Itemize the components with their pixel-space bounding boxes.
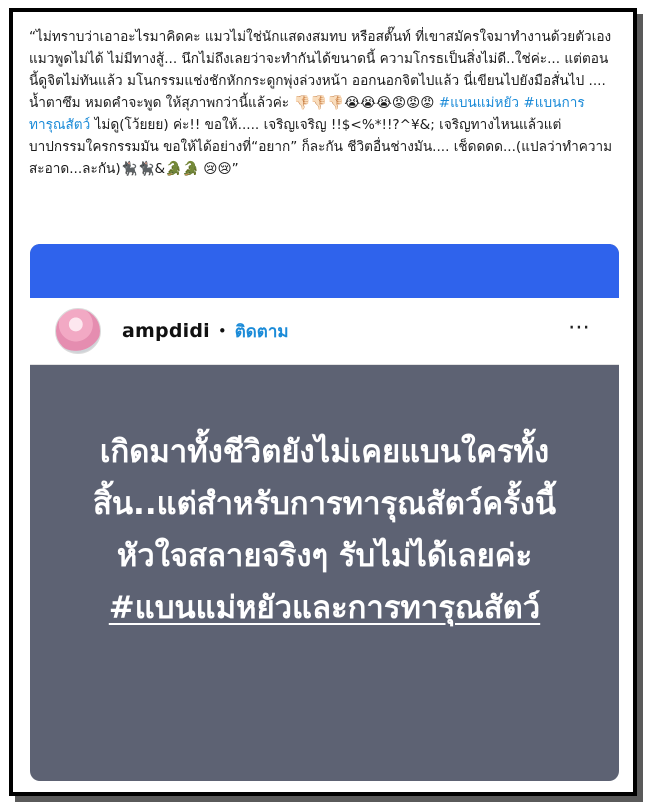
post-header: ampdidi • ติดตาม ⋯ [30, 298, 619, 365]
embedded-instagram-post[interactable]: ampdidi • ติดตาม ⋯ เกิดมาทั้งชีวิตยังไม่… [30, 244, 619, 781]
story-text: เกิดมาทั้งชีวิตยังไม่เคยแบนใครทั้งสิ้น..… [30, 426, 619, 634]
caption-close-quote: ” [231, 161, 239, 177]
username[interactable]: ampdidi [122, 320, 210, 342]
caption-emojis: 👎🏻👎🏻👎🏻😭😭😭😡😡😡 [293, 95, 439, 111]
avatar[interactable] [55, 308, 101, 354]
card-top-bar [30, 244, 619, 298]
caption-text: ไม่ดู(โว้ยยย) ค่ะ!! ขอให้..... เจริญเจริ… [29, 117, 613, 177]
post-caption: “ไม่ทราบว่าเอาอะไรมาคิดคะ แมวไม่ใช่นักแส… [29, 26, 617, 180]
more-options-icon[interactable]: ⋯ [568, 317, 591, 339]
story-hashtag-link[interactable]: #แบนแม่หยัวและการทารุณสัตว์ [109, 590, 540, 626]
story-message: เกิดมาทั้งชีวิตยังไม่เคยแบนใครทั้งสิ้น..… [92, 434, 557, 574]
follow-button[interactable]: ติดตาม [235, 318, 289, 345]
screenshot-frame: “ไม่ทราบว่าเอาอะไรมาคิดคะ แมวไม่ใช่นักแส… [9, 8, 637, 796]
hashtag-link[interactable]: #แบนแม่หยัว [439, 95, 519, 111]
separator-dot: • [217, 322, 227, 340]
caption-emojis: 🐈‍⬛🐈‍⬛&🐊🐊 😢😢 [120, 161, 232, 177]
